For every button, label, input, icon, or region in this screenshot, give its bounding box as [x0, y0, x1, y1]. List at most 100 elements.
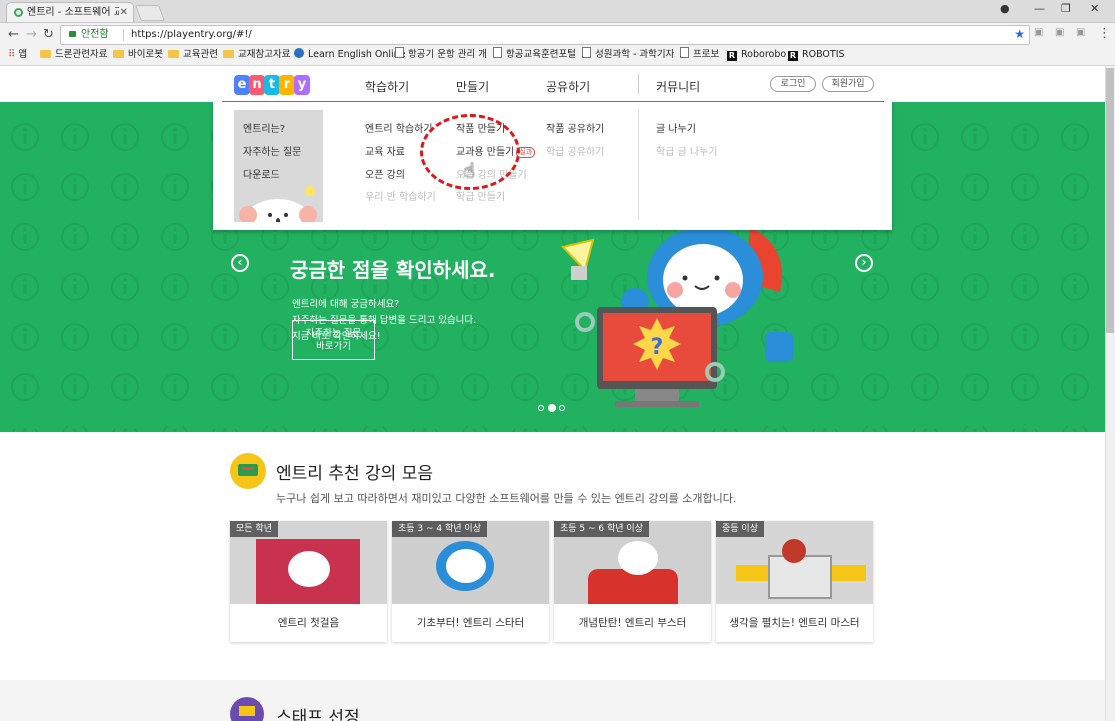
minimize-icon[interactable]: —	[1034, 2, 1045, 15]
next-section-bg	[0, 680, 1105, 721]
section-subtitle: 누구나 쉽게 보고 따라하면서 재미있고 다양한 소프트웨어를 만들 수 있는 …	[276, 492, 737, 505]
faq-button[interactable]: 자주하는 질문 바로가기	[292, 320, 375, 360]
hero-illustration: ?	[561, 227, 793, 407]
bookmark-item[interactable]: 프로보	[680, 46, 719, 64]
hero-text-line: 엔트리에 대해 궁금하세요?	[292, 299, 400, 310]
hand-cursor-icon: ☝	[463, 158, 476, 182]
back-icon[interactable]: ←	[8, 27, 19, 42]
secure-label: 안전함	[81, 29, 109, 40]
bookmark-item[interactable]: Learn English Online	[294, 46, 406, 64]
close-window-icon[interactable]: ✕	[1090, 2, 1099, 15]
address-divider	[123, 29, 124, 41]
page-icon	[395, 47, 404, 58]
roborobo-logo-icon: R	[727, 51, 737, 61]
reload-icon[interactable]: ↻	[43, 27, 54, 42]
prev-slide-button[interactable]: ‹	[231, 254, 249, 272]
bookmark-item[interactable]: R ROBOTIS	[788, 46, 845, 64]
course-card[interactable]: 모든 학년 엔트리 첫걸음	[230, 521, 387, 642]
logo-letter: y	[294, 75, 310, 95]
nav-community[interactable]: 커뮤니티	[656, 78, 700, 95]
apps-icon: ⠿	[8, 49, 16, 60]
extension-icon[interactable]: ▣	[1076, 27, 1085, 38]
menu-item-share-project[interactable]: 작품 공유하기	[546, 120, 604, 135]
nav-share[interactable]: 공유하기	[546, 78, 590, 95]
extension-icon[interactable]: ▣	[1055, 27, 1064, 38]
slide-dot[interactable]	[538, 405, 544, 411]
tab-strip	[0, 0, 1115, 23]
menu-icon[interactable]: ⋮	[1098, 26, 1111, 41]
logo-letter: t	[264, 75, 280, 95]
menu-item-class-post[interactable]: 학급 글 나누기	[656, 143, 718, 158]
bookmark-item[interactable]: 교재참고자료	[223, 46, 290, 64]
menu-item-download[interactable]: 다운로드	[243, 166, 280, 181]
tab-title: 엔트리 - 소프트웨어 교육	[27, 7, 119, 18]
nav-learn[interactable]: 학습하기	[365, 78, 409, 95]
bookmark-item[interactable]: 성원과학 - 과학기자재	[582, 46, 674, 64]
nav-make[interactable]: 만들기	[456, 78, 489, 95]
signup-button[interactable]: 회원가입	[822, 76, 874, 92]
course-section-icon	[230, 453, 266, 489]
grade-tag: 초등 5 ~ 6 학년 이상	[554, 521, 649, 537]
web-page: ? 궁금한 점을 확인하세요. 엔트리에 대해 궁금하세요? 자주하는 질문을 …	[0, 66, 1105, 721]
mega-menu-divider	[638, 110, 639, 220]
course-title: 개념탄탄! 엔트리 부스터	[578, 617, 687, 629]
grade-tag: 중등 이상	[716, 521, 764, 537]
menu-item-open-course[interactable]: 오픈 강의	[365, 166, 405, 181]
extension-icon[interactable]: ▣	[1034, 27, 1043, 38]
bookmark-item[interactable]: 항공기 운항 관리 개론	[395, 46, 487, 64]
nav-divider	[638, 74, 639, 94]
section-title: 엔트리 추천 강의 모음	[276, 464, 433, 484]
forward-icon[interactable]: →	[26, 27, 37, 42]
url-text: https://playentry.org/#!/	[131, 29, 252, 40]
bookmark-item[interactable]: 항공교육훈련포털	[493, 46, 576, 64]
next-slide-button[interactable]: ›	[855, 254, 873, 272]
hero-wave-edge	[0, 418, 1105, 429]
close-tab-icon[interactable]: ✕	[120, 3, 128, 23]
bookmark-item[interactable]: ⠿ 앱	[8, 46, 27, 64]
bookmark-star-icon[interactable]: ★	[1014, 25, 1025, 43]
course-card[interactable]: 중등 이상 생각을 펼치는! 엔트리 마스터	[716, 521, 873, 642]
menu-item-edu-materials[interactable]: 교육 자료	[365, 143, 405, 158]
menu-item-entry-learn[interactable]: 엔트리 학습하기	[365, 120, 433, 135]
scrollbar-thumb[interactable]	[1106, 68, 1114, 333]
menu-item-make-class[interactable]: 학급 만들기	[456, 188, 505, 203]
logo-letter: r	[279, 75, 295, 95]
page-icon	[493, 47, 502, 58]
profile-icon[interactable]: ●	[1000, 2, 1010, 15]
folder-icon	[113, 50, 124, 58]
restore-icon[interactable]: ❐	[1061, 2, 1071, 15]
bookmark-item[interactable]: 드론관련자료	[40, 46, 107, 64]
course-card[interactable]: 초등 3 ~ 4 학년 이상 기초부터! 엔트리 스타터	[392, 521, 549, 642]
entry-logo[interactable]: entry	[234, 73, 310, 95]
page-icon	[680, 47, 689, 58]
grade-tag: 초등 3 ~ 4 학년 이상	[392, 521, 487, 537]
folder-icon	[168, 50, 179, 58]
bookmark-item[interactable]: R Roborobo	[727, 46, 786, 64]
entry-favicon-icon	[14, 8, 23, 17]
menu-item-post[interactable]: 글 나누기	[656, 120, 696, 135]
folder-icon	[223, 50, 234, 58]
browser-tab[interactable]: 엔트리 - 소프트웨어 교육 ✕	[6, 2, 134, 22]
course-card[interactable]: 초등 5 ~ 6 학년 이상 개념탄탄! 엔트리 부스터	[554, 521, 711, 642]
bookmark-item[interactable]: 바이로봇	[113, 46, 163, 64]
slide-dot[interactable]	[559, 405, 565, 411]
login-button[interactable]: 로그인	[770, 76, 816, 92]
grade-tag: 모든 학년	[230, 521, 278, 537]
lock-icon	[69, 31, 76, 37]
svg-text:?: ?	[651, 335, 664, 360]
mega-menu-side: 엔트리는? 자주하는 질문 다운로드	[234, 110, 323, 222]
address-bar[interactable]: 안전함 https://playentry.org/#!/ ★	[60, 25, 1030, 45]
mascot-image	[239, 186, 317, 222]
slide-dot-active[interactable]	[548, 404, 556, 412]
menu-item-about[interactable]: 엔트리는?	[243, 120, 285, 135]
menu-item-faq[interactable]: 자주하는 질문	[243, 143, 301, 158]
hero-title: 궁금한 점을 확인하세요.	[290, 258, 496, 282]
course-title: 엔트리 첫걸음	[277, 617, 340, 629]
logo-letter: n	[249, 75, 265, 95]
menu-item-class-learn[interactable]: 우리 반 학습하기	[365, 188, 436, 203]
course-title: 생각을 펼치는! 엔트리 마스터	[729, 617, 860, 629]
page-icon	[582, 47, 591, 58]
course-title: 기초부터! 엔트리 스타터	[416, 617, 525, 629]
bookmark-item[interactable]: 교육관련	[168, 46, 218, 64]
menu-item-share-class[interactable]: 학급 공유하기	[546, 143, 604, 158]
